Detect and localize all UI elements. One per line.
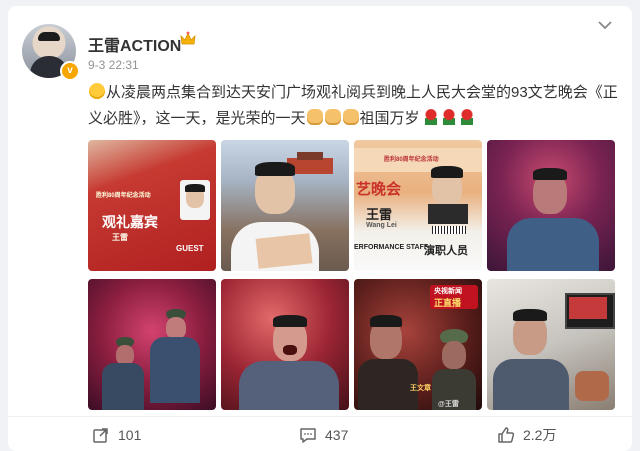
like-icon (498, 427, 515, 443)
rose-emoji-icon (424, 109, 437, 125)
photo-broadcast-still[interactable]: 央视新闻 正直播 王文章 @王雷 (354, 279, 482, 410)
smile-emoji-icon (89, 83, 105, 99)
broadcast-badge-top: 央视新闻 (434, 288, 462, 295)
pass-small-text: 胜利80周年纪念活动 (96, 193, 151, 199)
pass-guest-label: GUEST (176, 244, 204, 253)
repost-count: 101 (118, 427, 142, 443)
comment-count: 437 (325, 427, 349, 443)
like-button[interactable]: 2.2万 (497, 425, 556, 445)
crown-icon (180, 31, 196, 45)
staff-pass-org: 胜利80周年纪念活动 (384, 157, 439, 163)
username-link[interactable]: 王雷ACTION (88, 32, 181, 56)
photo-backstage-selfie[interactable] (487, 279, 615, 410)
rose-emoji-icon (442, 109, 455, 125)
action-bar: 101 437 2.2万 (8, 416, 632, 451)
pass-title: 观礼嘉宾 (102, 214, 158, 230)
verified-icon: v (60, 61, 80, 81)
staff-pass-role-cn: 演职人员 (424, 245, 468, 257)
more-options-icon[interactable] (596, 18, 614, 32)
comment-button[interactable]: 437 (299, 425, 348, 445)
photo-grid: 观礼嘉宾 王雷 胜利80周年纪念活动 GUEST 艺晚会 胜利80周年纪念活动 … (88, 140, 615, 410)
post-text: 从凌晨两点集合到达天安门广场观礼阅兵到晚上人民大会堂的93文艺晚会《正义必胜》，… (88, 80, 622, 132)
like-count: 2.2万 (523, 427, 557, 443)
staff-pass-role-en: ERFORMANCE STAFF (354, 244, 429, 251)
post-timestamp[interactable]: 9-3 22:31 (88, 58, 139, 72)
photo-stage-scene-1[interactable] (88, 279, 216, 410)
staff-pass-name: 王雷 (366, 207, 393, 222)
repost-icon (93, 428, 108, 443)
weibo-post-card: v 王雷ACTION 9-3 22:31 从凌晨两点集合到达天安门广场观礼阅兵到… (8, 6, 632, 451)
broadcast-name-tag: 王文章 (410, 385, 431, 392)
pass-name: 王雷 (112, 233, 128, 242)
photo-guest-pass[interactable]: 观礼嘉宾 王雷 胜利80周年纪念活动 GUEST (88, 140, 216, 271)
staff-pass-eng-name: Wang Lei (366, 222, 397, 229)
fist-emoji-icon (306, 109, 323, 125)
photo-staff-pass[interactable]: 艺晚会 胜利80周年纪念活动 王雷 Wang Lei ERFORMANCE ST… (354, 140, 482, 271)
fist-emoji-icon (342, 109, 359, 125)
photo-tiananmen-selfie[interactable] (221, 140, 349, 271)
fist-emoji-icon (324, 109, 341, 125)
photo-stage-scene-2[interactable] (221, 279, 349, 410)
broadcast-watermark: @王雷 (438, 401, 459, 408)
broadcast-live-badge: 正直播 (434, 298, 462, 308)
photo-stage-actor[interactable] (487, 140, 615, 271)
staff-pass-title: 艺晚会 (356, 181, 402, 198)
rose-emoji-icon (461, 109, 474, 125)
repost-button[interactable]: 101 (92, 425, 141, 445)
post-text-tail: 祖国万岁 (359, 110, 420, 127)
comment-icon (300, 428, 316, 443)
